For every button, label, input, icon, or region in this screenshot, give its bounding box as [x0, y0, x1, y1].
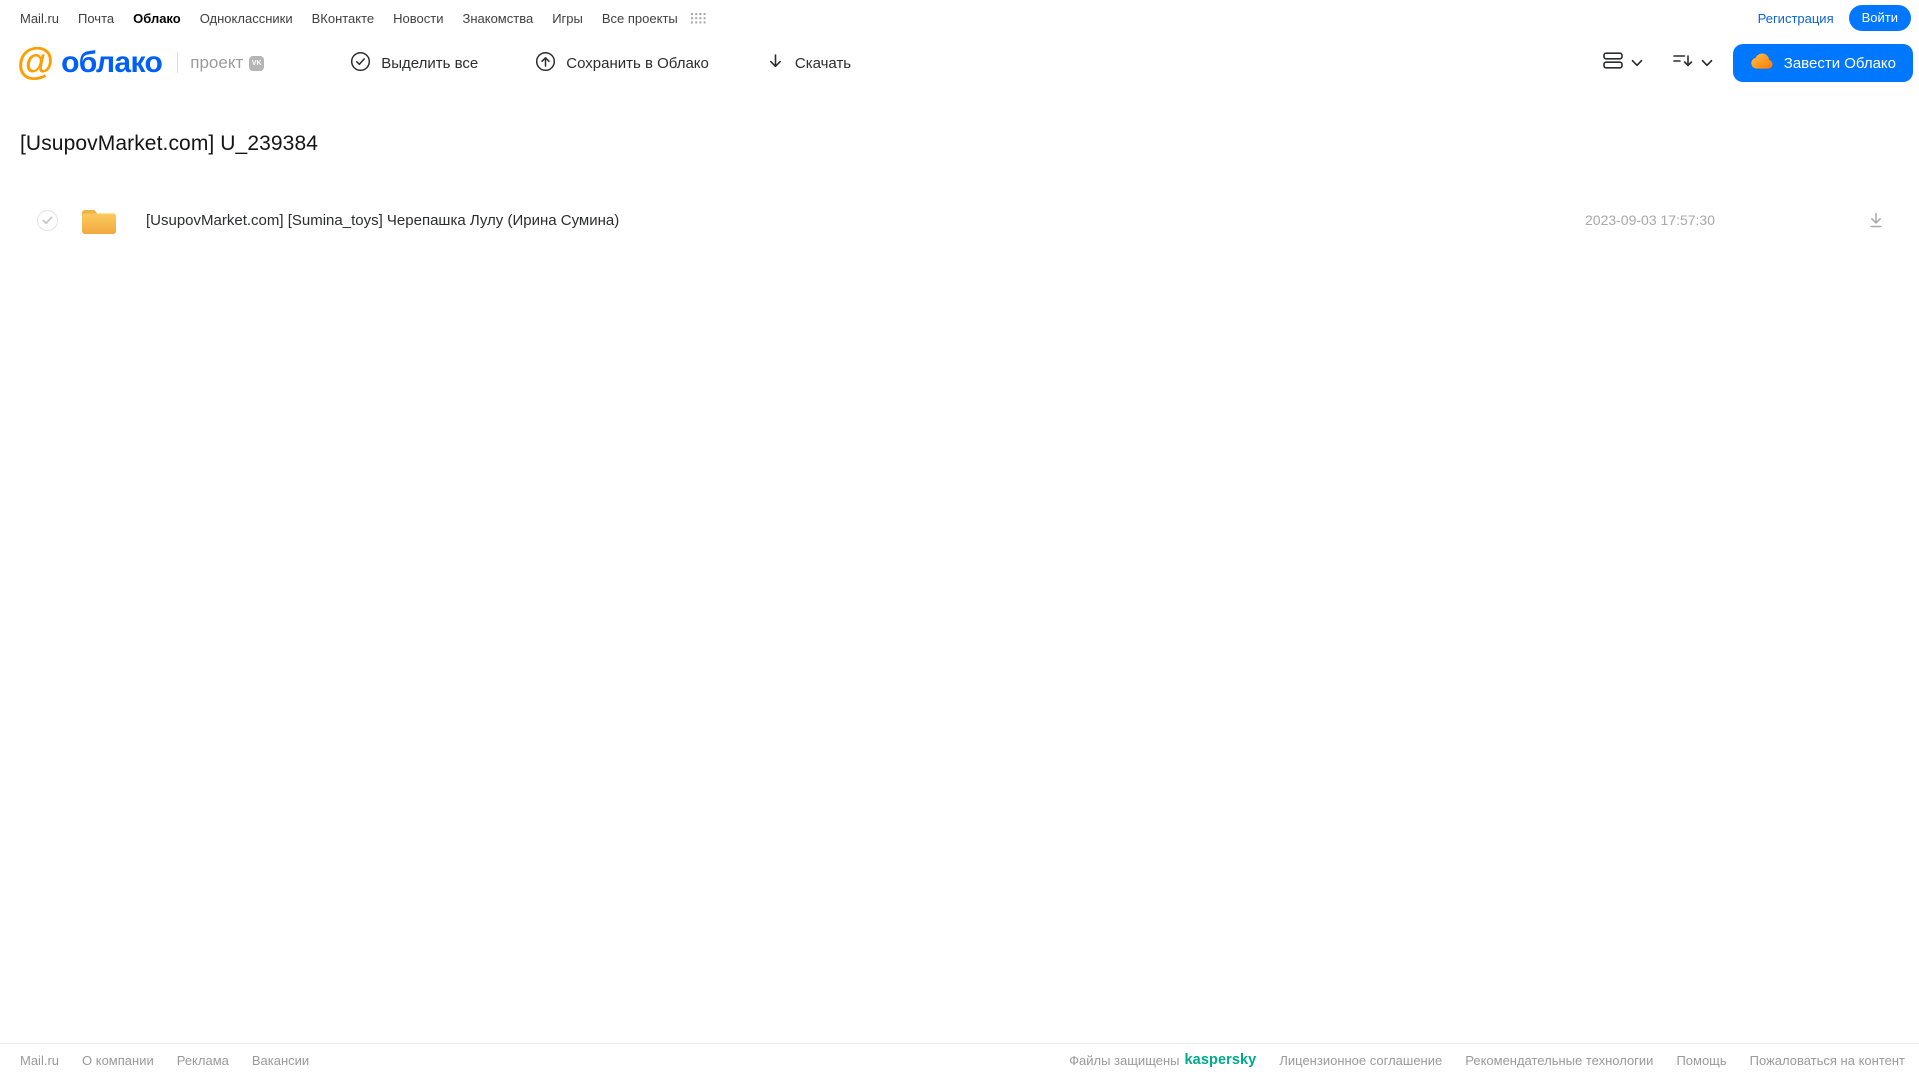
logo-wordmark: облако — [61, 46, 163, 79]
app-header: @ облако проект VK Выделить все Сохранит… — [0, 34, 1919, 92]
main-content: [UsupovMarket.com] U_239384 [UsupovMarke… — [0, 132, 1919, 243]
sort-selector[interactable] — [1671, 51, 1713, 75]
view-controls — [1602, 51, 1713, 75]
cloud-icon — [1750, 52, 1774, 74]
logo-divider — [177, 53, 179, 73]
footer-right-links: Файлы защищены kaspersky Лицензионное со… — [1069, 1052, 1905, 1068]
topnav-mailru[interactable]: Mail.ru — [20, 11, 59, 26]
project-label: проект — [190, 53, 244, 72]
topnav-vkontakte[interactable]: ВКонтакте — [312, 11, 375, 26]
mailru-at-icon: @ — [17, 40, 55, 83]
select-all-label: Выделить все — [381, 54, 479, 72]
file-row[interactable]: [UsupovMarket.com] [Sumina_toys] Черепаш… — [20, 197, 1899, 243]
footer-link-recommendations[interactable]: Рекомендательные технологии — [1465, 1053, 1653, 1068]
select-all-button[interactable]: Выделить все — [344, 50, 484, 77]
footer-link-ads[interactable]: Реклама — [177, 1053, 229, 1068]
cloud-upload-icon — [535, 51, 556, 76]
page-footer: Mail.ru О компании Реклама Вакансии Файл… — [0, 1043, 1919, 1079]
download-icon — [766, 52, 785, 75]
topnav-mail[interactable]: Почта — [78, 11, 114, 26]
topnav-odnoklassniki[interactable]: Одноклассники — [200, 11, 293, 26]
folder-icon — [80, 205, 118, 236]
topnav-news[interactable]: Новости — [393, 11, 443, 26]
file-name-link[interactable]: [UsupovMarket.com] [Sumina_toys] Черепаш… — [146, 212, 1585, 229]
topnav-dating[interactable]: Знакомства — [462, 11, 533, 26]
footer-link-jobs[interactable]: Вакансии — [252, 1053, 309, 1068]
portal-nav: Mail.ru Почта Облако Одноклассники ВКонт… — [20, 11, 706, 26]
footer-left-links: Mail.ru О компании Реклама Вакансии — [20, 1053, 309, 1068]
download-label: Скачать — [794, 54, 852, 72]
topnav-cloud[interactable]: Облако — [133, 11, 181, 26]
footer-link-mailru[interactable]: Mail.ru — [20, 1053, 59, 1068]
row-check-icon — [42, 216, 53, 224]
chevron-down-icon — [1631, 54, 1643, 72]
get-cloud-label: Завести Облако — [1783, 54, 1896, 72]
footer-link-report[interactable]: Пожаловаться на контент — [1750, 1053, 1905, 1068]
vk-badge-icon: VK — [249, 55, 265, 71]
footer-link-help[interactable]: Помощь — [1676, 1053, 1726, 1068]
sort-icon — [1671, 51, 1694, 75]
kaspersky-protection-link[interactable]: Файлы защищены kaspersky — [1069, 1052, 1256, 1068]
chevron-down-icon — [1701, 54, 1713, 72]
topnav-all-projects[interactable]: Все проекты — [602, 11, 678, 26]
save-to-cloud-button[interactable]: Сохранить в Облако — [529, 50, 715, 77]
download-underline-icon — [1870, 212, 1882, 228]
footer-link-about[interactable]: О компании — [82, 1053, 154, 1068]
footer-link-license[interactable]: Лицензионное соглашение — [1279, 1053, 1442, 1068]
page-title: [UsupovMarket.com] U_239384 — [20, 132, 319, 155]
check-circle-icon — [350, 51, 371, 76]
get-cloud-button[interactable]: Завести Облако — [1732, 44, 1913, 82]
apps-grid-icon[interactable] — [690, 12, 706, 24]
topbar-auth: Регистрация Войти — [1758, 5, 1911, 31]
topnav-games[interactable]: Игры — [552, 11, 583, 26]
top-portal-bar: Mail.ru Почта Облако Одноклассники ВКонт… — [0, 0, 1919, 34]
kaspersky-prefix: Файлы защищены — [1069, 1052, 1180, 1068]
file-list: [UsupovMarket.com] [Sumina_toys] Черепаш… — [20, 197, 1899, 243]
kaspersky-logo: kaspersky — [1184, 1052, 1257, 1068]
list-view-icon — [1602, 51, 1624, 75]
file-toolbar: Выделить все Сохранить в Облако Скачать — [344, 50, 857, 77]
cloud-logo[interactable]: @ облако проект VK — [17, 40, 265, 83]
registration-link[interactable]: Регистрация — [1758, 11, 1834, 26]
save-to-cloud-label: Сохранить в Облако — [566, 54, 709, 72]
download-button[interactable]: Скачать — [760, 51, 857, 76]
row-download-button[interactable] — [1867, 211, 1885, 229]
view-mode-selector[interactable] — [1602, 51, 1643, 75]
login-button[interactable]: Войти — [1848, 5, 1911, 31]
file-modified-date: 2023-09-03 17:57:30 — [1585, 212, 1715, 228]
row-checkbox[interactable] — [37, 209, 58, 231]
